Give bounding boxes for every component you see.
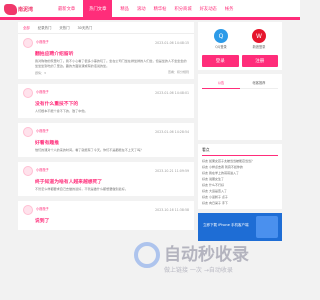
post-body: 他们的课对个人的来的时间。看了就能有了今天。你们不是都能在不上天了吗？ xyxy=(35,148,144,152)
tab-recommend[interactable]: 帐客推荐 xyxy=(240,77,278,89)
hot-title: 看点 xyxy=(202,147,278,156)
post-card[interactable]: 小薇薇子 2023-01-06 14:48:01 没有什么重技不下的 人们根本不… xyxy=(18,84,194,118)
login-box: Q QQ登录 W 新浪登录 登录 注册 xyxy=(198,22,282,70)
phone-icon xyxy=(256,216,278,238)
nav-accent-bar xyxy=(0,17,300,20)
post-author[interactable]: 小薇薇子 xyxy=(36,39,49,44)
tab-all[interactable]: 全部 xyxy=(23,25,30,30)
post-card[interactable]: 小薇薇子 2023-10-16 11:38:58 说到了 xyxy=(18,201,194,230)
post-feed: 全部 纪录热门 天热门 30天热门 小薇薇子 2023-01-06 14:48:… xyxy=(18,22,194,235)
post-title[interactable]: 说到了 xyxy=(35,217,189,224)
post-time: 2023-01-06 14:48:01 xyxy=(155,91,189,95)
post-time: 2023-01-06 14:28:54 xyxy=(155,130,189,134)
post-title[interactable]: 终于知道为啥有人越来越想死了 xyxy=(35,178,189,185)
site-logo[interactable]: 南泥湾 xyxy=(4,2,50,18)
sidebar: Q QQ登录 W 新浪登录 登录 注册 公告 帐客推荐 看点 好友 如果女孩子太被当… xyxy=(198,22,282,241)
post-author[interactable]: 小薇薇子 xyxy=(36,206,49,211)
post-footer: 题情：3 查看：积分规则 xyxy=(35,70,189,75)
post-title[interactable]: 没有什么重技不下的 xyxy=(35,100,189,107)
post-time: 2023-01-06 14:48:15 xyxy=(155,41,189,45)
tab-30day-hot[interactable]: 30天热门 xyxy=(78,25,93,30)
post-body: 不管怎么样都要求自己去做的最好，不管是做什么都想要做到最好。 xyxy=(35,187,128,191)
watermark: 自动秒收录 做上链接 一次 →自动收录 xyxy=(130,238,300,288)
post-author[interactable]: 小薇薇子 xyxy=(36,128,49,133)
avatar[interactable] xyxy=(23,127,33,137)
post-title[interactable]: 好看有趣推 xyxy=(35,139,189,146)
post-body: 人们根本不能个拿不下的，致了中他。 xyxy=(35,109,88,113)
avatar[interactable] xyxy=(23,205,33,215)
weibo-icon: W xyxy=(252,29,266,43)
avatar[interactable] xyxy=(23,166,33,176)
login-button[interactable]: 登录 xyxy=(202,55,239,67)
post-time: 2023-10-16 11:38:58 xyxy=(155,208,189,212)
post-card[interactable]: 小薇薇子 2023-10-21 11:09:59 终于知道为啥有人越来越想死了 … xyxy=(18,162,194,196)
avatar[interactable] xyxy=(23,38,33,48)
post-card[interactable]: 小薇薇子 2023-01-06 14:48:15 翻拍应聘介绍留听 我对购物的家… xyxy=(18,34,194,79)
tab-notice[interactable]: 公告 xyxy=(202,77,240,89)
feed-tabs: 全部 纪录热门 天热门 30天热门 xyxy=(18,22,194,34)
qq-icon: Q xyxy=(214,29,228,43)
hot-list: 看点 好友 如果女孩子太被当当被能忍当当？ 好友 小样点击者 到真不如你的 好友… xyxy=(198,144,282,209)
qq-login[interactable]: Q QQ登录 xyxy=(214,29,228,49)
tab-day-hot[interactable]: 天热门 xyxy=(59,25,69,30)
post-body: 我对购物的家里时了。我不小心看了很多小事的玩了。坐在公司门坐在排坐排的人们坐，但… xyxy=(35,59,187,68)
register-button[interactable]: 注册 xyxy=(241,55,278,67)
post-card[interactable]: 小薇薇子 2023-01-06 14:28:54 好看有趣推 他们的课对个人的来… xyxy=(18,123,194,157)
avatar[interactable] xyxy=(23,88,33,98)
notice-box: 公告 帐客推荐 xyxy=(198,74,282,140)
post-author[interactable]: 小薇薇子 xyxy=(36,167,49,172)
app-promo-banner[interactable]: 立即下载 iPhone 手机客户端 xyxy=(198,213,282,241)
weibo-login[interactable]: W 新浪登录 xyxy=(252,29,266,49)
watermark-logo xyxy=(134,242,160,268)
post-time: 2023-10-21 11:09:59 xyxy=(155,169,189,173)
tab-record-hot[interactable]: 纪录热门 xyxy=(38,25,52,30)
post-author[interactable]: 小薇薇子 xyxy=(36,89,49,94)
hot-item[interactable]: 好友 向日葵子 手下 xyxy=(202,200,278,206)
post-title[interactable]: 翻拍应聘介绍留听 xyxy=(35,50,189,57)
